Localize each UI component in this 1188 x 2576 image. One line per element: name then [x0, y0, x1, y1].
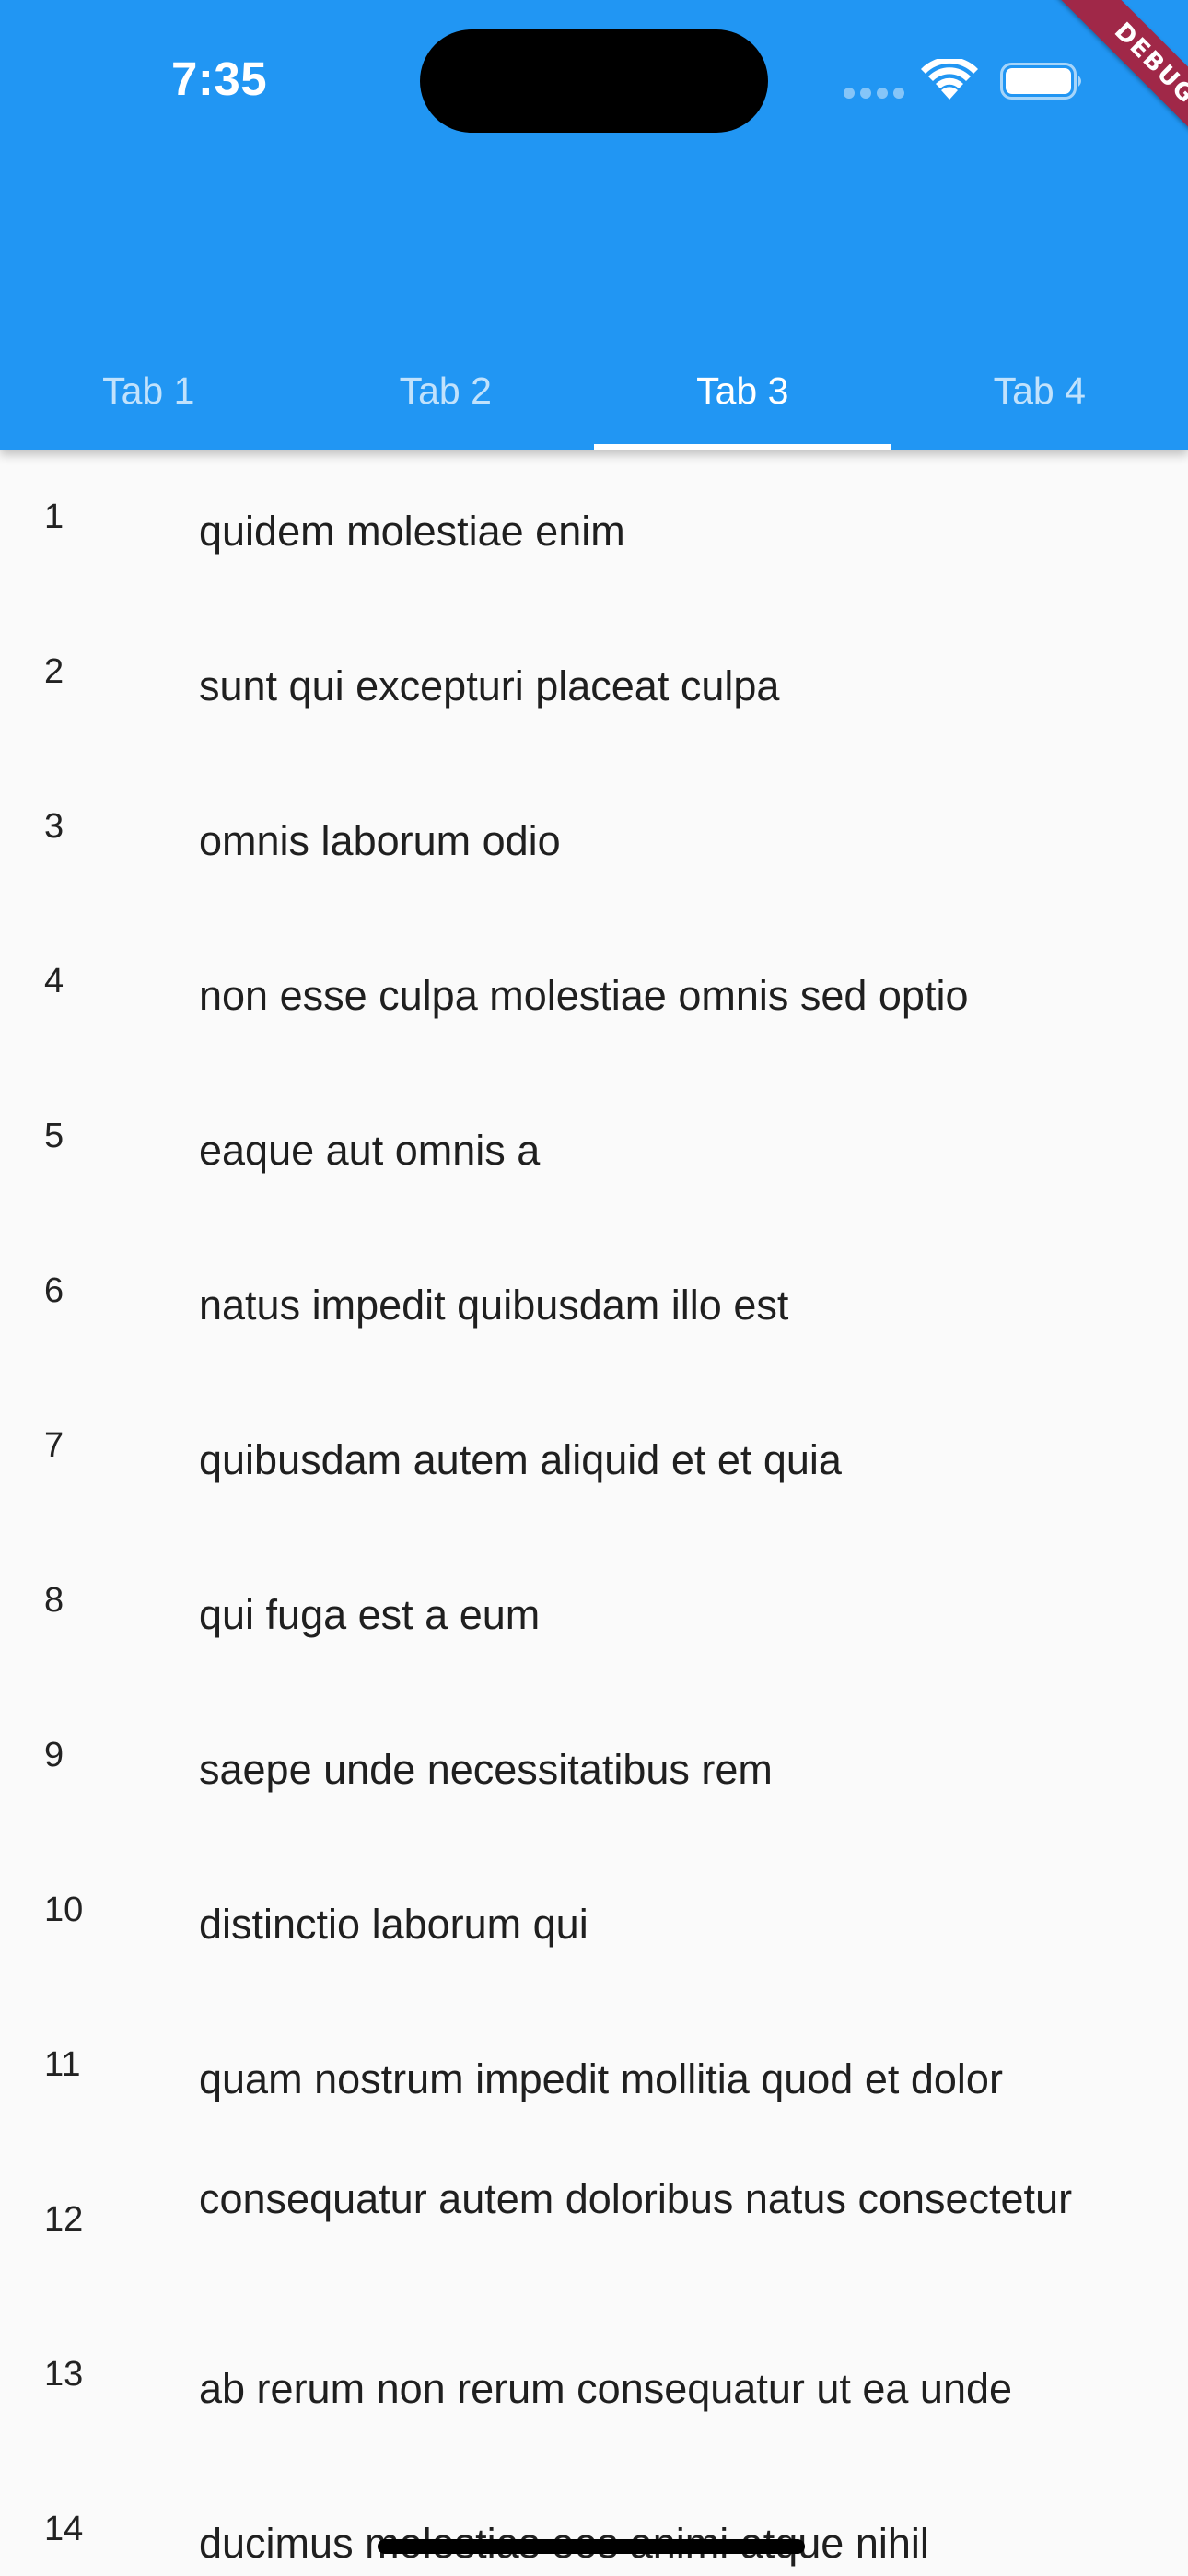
list-item-index: 7	[44, 1426, 64, 1465]
tab-label: Tab 3	[696, 369, 789, 412]
tab-2[interactable]: Tab 2	[297, 332, 595, 450]
list-item[interactable]: 13 ab rerum non rerum consequatur ut ea u…	[0, 2307, 1188, 2462]
list-item[interactable]: 6 natus impedit quibusdam illo est	[0, 1224, 1188, 1378]
dynamic-island	[420, 29, 768, 133]
home-indicator[interactable]	[378, 2539, 805, 2554]
tab-1[interactable]: Tab 1	[0, 332, 297, 450]
list-item-title: quibusdam autem aliquid et et quia	[199, 1436, 842, 1483]
list-item-title: consequatur autem doloribus natus consec…	[199, 2175, 1073, 2222]
wifi-icon	[921, 59, 978, 100]
list-item-index: 13	[44, 2355, 84, 2394]
list-item-title: quidem molestiae enim	[199, 508, 625, 555]
list-item-index: 1	[44, 498, 64, 536]
list-item-index: 10	[44, 1891, 84, 1929]
list-item[interactable]: 7 quibusdam autem aliquid et et quia	[0, 1378, 1188, 1533]
list-item-title: qui fuga est a eum	[199, 1591, 541, 1638]
list-item-index: 8	[44, 1581, 64, 1620]
selected-tab-indicator	[594, 444, 891, 450]
list-item[interactable]: 9 saepe unde necessitatibus rem	[0, 1688, 1188, 1843]
list-item[interactable]: 4 non esse culpa molestiae omnis sed opti…	[0, 914, 1188, 1069]
list-item-index: 2	[44, 652, 64, 691]
list-item[interactable]: 1 quidem molestiae enim	[0, 450, 1188, 604]
list-item-title: saepe unde necessitatibus rem	[199, 1746, 773, 1793]
list-item[interactable]: 12 consequatur autem doloribus natus cons…	[0, 2152, 1188, 2307]
tab-4[interactable]: Tab 4	[891, 332, 1188, 450]
list-item-title: natus impedit quibusdam illo est	[199, 1282, 789, 1329]
tab-bar: Tab 1 Tab 2 Tab 3 Tab 4	[0, 332, 1188, 450]
list-item-title: ab rerum non rerum consequatur ut ea und…	[199, 2365, 1013, 2412]
list-item-index: 9	[44, 1736, 64, 1774]
list-item-index: 4	[44, 962, 64, 1001]
list-item-index: 14	[44, 2510, 84, 2548]
tab-3[interactable]: Tab 3	[594, 332, 891, 450]
item-list[interactable]: 1 quidem molestiae enim 2 sunt qui exceptur…	[0, 450, 1188, 2576]
debug-banner-label: DEBUG	[1054, 0, 1188, 164]
debug-banner: DEBUG	[1022, 0, 1188, 166]
list-item[interactable]: 14ducimus molestias eos animi atque nihi…	[0, 2462, 1188, 2576]
list-item-index: 3	[44, 807, 64, 846]
list-item-index: 6	[44, 1271, 64, 1310]
tab-label: Tab 1	[102, 369, 195, 412]
list-item-title: quam nostrum impedit mollitia quod et do…	[199, 2055, 1003, 2102]
list-item[interactable]: 8 qui fuga est a eum	[0, 1533, 1188, 1688]
list-item[interactable]: 5 eaque aut omnis a	[0, 1069, 1188, 1224]
list-item[interactable]: 2 sunt qui excepturi placeat culpa	[0, 604, 1188, 759]
list-item-title: sunt qui excepturi placeat culpa	[199, 662, 780, 709]
list-item[interactable]: 3 omnis laborum odio	[0, 759, 1188, 914]
list-item[interactable]: 11 quam nostrum impedit mollitia quod et …	[0, 1997, 1188, 2152]
list-item-title: distinctio laborum qui	[199, 1901, 588, 1948]
list-item-index: 11	[44, 2045, 81, 2084]
list-item-title: non esse culpa molestiae omnis sed optio	[199, 972, 969, 1019]
tab-label: Tab 2	[399, 369, 492, 412]
list-item-index: 12	[44, 2200, 84, 2239]
list-item[interactable]: 10 distinctio laborum qui	[0, 1843, 1188, 1997]
app-bar: 7:35 Tab 1 Tab 2 Tab 3 Tab 4	[0, 0, 1188, 450]
list-item-title: omnis laborum odio	[199, 817, 561, 864]
tab-label: Tab 4	[993, 369, 1086, 412]
list-item-index: 5	[44, 1117, 64, 1155]
list-item-title: eaque aut omnis a	[199, 1127, 541, 1174]
cellular-signal-icon	[844, 88, 906, 99]
status-bar-time: 7:35	[171, 53, 268, 105]
